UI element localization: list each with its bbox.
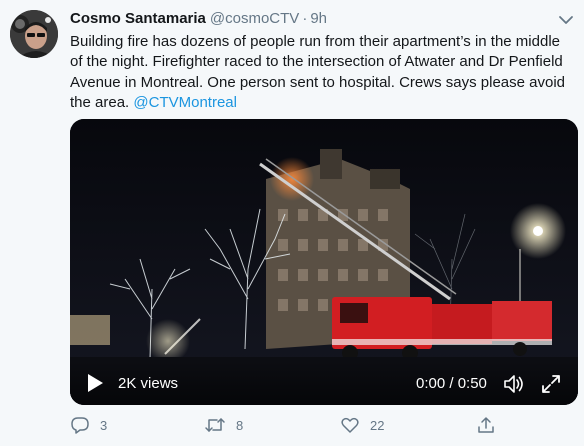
reply-icon bbox=[70, 415, 90, 435]
retweet-button[interactable]: 8 bbox=[204, 414, 243, 436]
tweet[interactable]: Cosmo Santamaria @cosmoCTV · 9h Building fi… bbox=[0, 0, 584, 446]
video-controls: 2K views 0:00 / 0:50 bbox=[70, 361, 578, 405]
separator-dot: · bbox=[302, 10, 308, 27]
chevron-down-icon[interactable] bbox=[556, 12, 576, 28]
author-handle[interactable]: @cosmoCTV bbox=[210, 10, 299, 27]
video-timecode: 0:00 / 0:50 bbox=[416, 375, 487, 392]
tweet-header: Cosmo Santamaria @cosmoCTV · 9h bbox=[70, 9, 327, 29]
volume-icon[interactable] bbox=[502, 373, 526, 395]
author-name[interactable]: Cosmo Santamaria bbox=[70, 10, 206, 27]
share-button[interactable] bbox=[476, 414, 496, 436]
video-player[interactable]: 2K views 0:00 / 0:50 bbox=[70, 119, 578, 405]
share-icon bbox=[476, 415, 496, 435]
reply-count: 3 bbox=[100, 417, 108, 433]
heart-icon bbox=[340, 415, 360, 435]
retweet-count: 8 bbox=[236, 417, 244, 433]
mention-link[interactable]: @CTVMontreal bbox=[133, 94, 237, 111]
retweet-icon bbox=[204, 415, 226, 435]
like-count: 22 bbox=[370, 417, 385, 433]
play-icon[interactable] bbox=[86, 373, 104, 393]
like-button[interactable]: 22 bbox=[340, 414, 384, 436]
avatar[interactable] bbox=[10, 10, 58, 58]
fullscreen-icon[interactable] bbox=[540, 373, 562, 395]
tweet-text: Building fire has dozens of people run f… bbox=[70, 32, 576, 114]
view-count: 2K views bbox=[118, 375, 179, 392]
tweet-timestamp[interactable]: 9h bbox=[310, 10, 327, 27]
reply-button[interactable]: 3 bbox=[70, 414, 107, 436]
tweet-actions: 3 8 22 bbox=[70, 414, 570, 436]
